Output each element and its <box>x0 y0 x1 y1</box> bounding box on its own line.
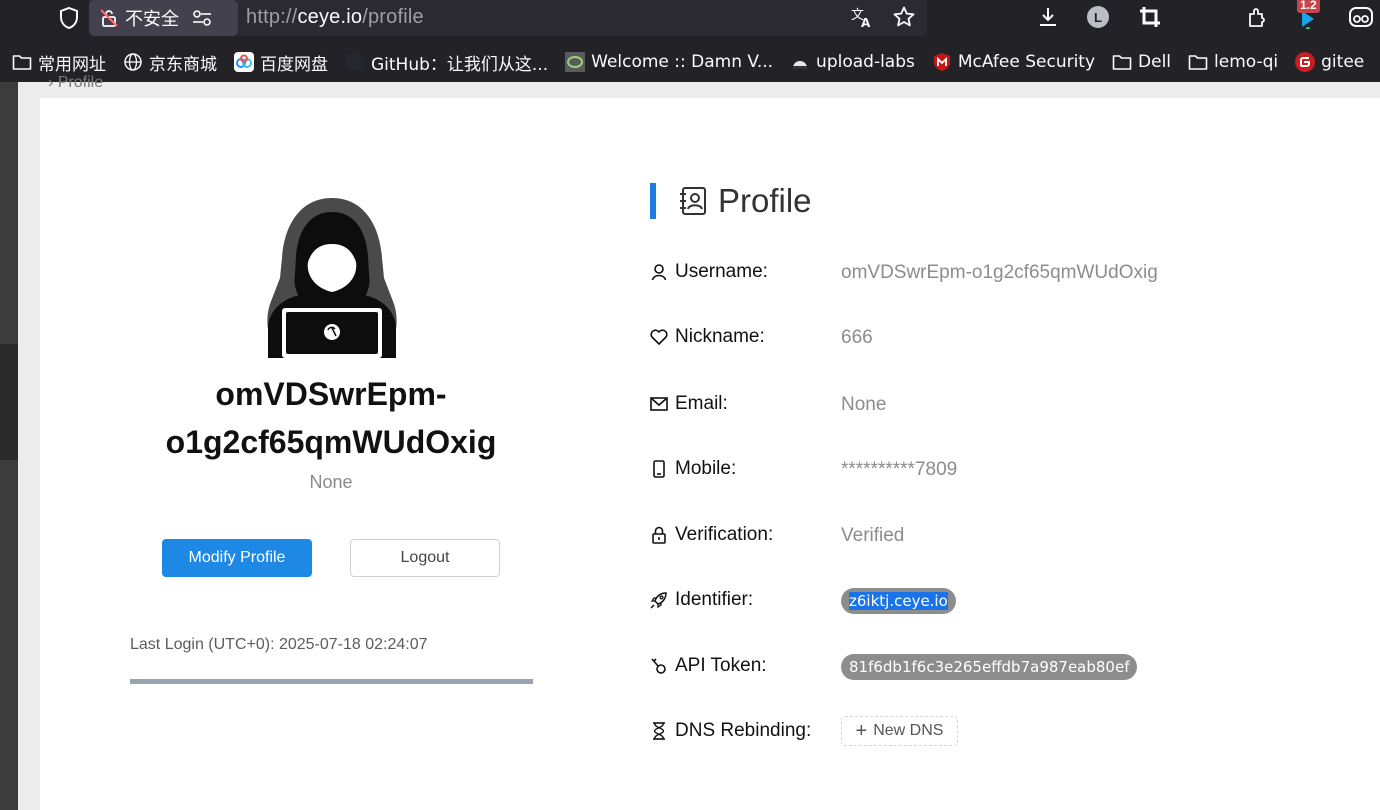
github-icon <box>345 52 365 72</box>
rocket-icon <box>650 591 668 609</box>
verification-value: Verified <box>841 525 905 546</box>
last-login-text: Last Login (UTC+0): 2025-07-18 02:24:07 <box>130 636 428 653</box>
profile-section-header: Profile <box>650 182 812 220</box>
gitee-icon <box>1295 52 1316 72</box>
tracking-protection-shield-icon[interactable] <box>56 5 82 31</box>
nickname-label: Nickname: <box>650 326 765 348</box>
bookmark-folder-common[interactable]: 常用网址 <box>12 50 106 75</box>
bookmark-github[interactable]: GitHub：让我们从这... <box>345 50 548 75</box>
plus-icon: + <box>855 720 868 742</box>
bookmark-jd[interactable]: 京东商城 <box>123 50 217 75</box>
left-sidebar-rail <box>0 82 18 810</box>
private-mask-icon[interactable] <box>1348 4 1374 30</box>
browser-toolbar: 不安全 http://ceye.io/profile 文A L 1.2 <box>0 0 1380 42</box>
folder-icon <box>1112 52 1132 72</box>
profile-subtitle: None <box>309 472 353 492</box>
modify-profile-button[interactable]: Modify Profile <box>162 539 312 577</box>
url-path: /profile <box>362 6 424 28</box>
insecure-lock-icon <box>100 9 118 27</box>
insecure-label: 不安全 <box>125 9 179 30</box>
bookmark-mcafee[interactable]: McAfee Security <box>932 52 1095 72</box>
globe-icon <box>123 52 143 72</box>
divider-bar <box>130 679 533 684</box>
bookmark-star-icon[interactable] <box>891 4 917 30</box>
baidu-cloud-icon <box>234 52 254 72</box>
dvwa-icon <box>565 52 586 72</box>
url-text[interactable]: http://ceye.io/profile <box>246 6 424 29</box>
logout-button[interactable]: Logout <box>350 539 500 577</box>
mobile-value: **********7809 <box>841 459 958 480</box>
translate-icon[interactable]: 文A <box>849 4 875 30</box>
bookmarks-bar: 常用网址 京东商城 百度网盘 GitHub：让我们从这... Welcome :… <box>0 42 1380 82</box>
api-token-value[interactable]: 81f6db1f6c3e265effdb7a987eab80ef <box>841 654 1138 680</box>
bookmark-upload-labs[interactable]: upload-labs <box>790 52 915 72</box>
left-rail-scroll-thumb[interactable] <box>0 344 18 460</box>
folder-icon <box>1188 52 1208 72</box>
lock-icon <box>650 526 668 544</box>
accent-bar <box>650 183 656 219</box>
folder-icon <box>12 52 32 72</box>
username-heading-line2: o1g2cf65qmWUdOxig <box>165 424 497 460</box>
key-icon <box>650 657 668 675</box>
bookmark-dvwa[interactable]: Welcome :: Damn V... <box>565 52 773 72</box>
contact-card-icon <box>680 187 706 215</box>
bookmark-folder-dell[interactable]: Dell <box>1112 52 1171 72</box>
heart-icon <box>650 328 668 346</box>
profile-username-heading: omVDSwrEpm- o1g2cf65qmWUdOxig <box>130 370 532 466</box>
new-dns-button[interactable]: + New DNS <box>841 716 958 746</box>
account-avatar[interactable]: L <box>1085 4 1111 30</box>
extension-badge: 1.2 <box>1297 0 1320 13</box>
api-token-label: API Token: <box>650 655 767 677</box>
screenshot-crop-icon[interactable] <box>1137 4 1163 30</box>
email-value: None <box>841 394 887 415</box>
url-bar[interactable]: 不安全 http://ceye.io/profile 文A <box>89 0 927 36</box>
download-icon[interactable] <box>1035 4 1061 30</box>
extensions-puzzle-icon[interactable] <box>1244 4 1270 30</box>
mcafee-icon <box>932 52 952 72</box>
hourglass-icon <box>650 722 668 740</box>
breadcrumb[interactable]: › Profile <box>48 74 103 92</box>
mail-icon <box>650 395 668 413</box>
bookmark-gitee[interactable]: gitee <box>1295 52 1364 72</box>
svg-text:A: A <box>861 16 871 29</box>
bookmark-folder-lemo-qi[interactable]: lemo-qi <box>1188 52 1278 72</box>
permissions-icon[interactable] <box>191 8 213 28</box>
mobile-phone-icon <box>650 460 668 478</box>
bookmark-baidu-pan[interactable]: 百度网盘 <box>234 50 328 75</box>
mobile-label: Mobile: <box>650 458 736 480</box>
url-host: ceye.io <box>297 6 363 28</box>
username-label: Username: <box>650 261 768 283</box>
username-value: omVDSwrEpm-o1g2cf65qmWUdOxig <box>841 262 1158 283</box>
dns-rebinding-label: DNS Rebinding: <box>650 720 811 742</box>
user-icon <box>650 263 668 281</box>
identifier-label: Identifier: <box>650 589 753 611</box>
verification-label: Verification: <box>650 524 773 546</box>
profile-title: Profile <box>718 182 812 219</box>
username-heading-line1: omVDSwrEpm- <box>215 376 447 412</box>
url-scheme: http:// <box>246 6 298 28</box>
identifier-value[interactable]: z6iktj.ceye.io <box>841 588 956 614</box>
email-label: Email: <box>650 393 728 415</box>
url-bar-actions: 文A <box>849 4 917 30</box>
nickname-value: 666 <box>841 327 873 348</box>
site-info-button[interactable]: 不安全 <box>89 0 238 36</box>
upload-labs-icon <box>790 52 810 72</box>
hacker-avatar <box>267 198 397 358</box>
